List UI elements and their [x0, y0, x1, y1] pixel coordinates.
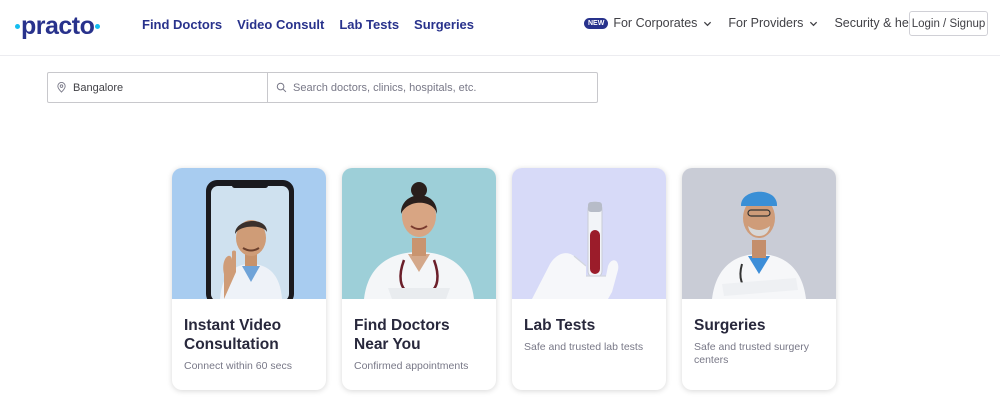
location-pin-icon — [57, 82, 66, 93]
location-input[interactable] — [73, 81, 253, 94]
nav-video-consult[interactable]: Video Consult — [237, 17, 324, 32]
card-title: Instant Video Consultation — [184, 317, 282, 353]
nav-for-corporates-label: For Corporates — [613, 16, 698, 30]
card-title: Find Doctors Near You — [354, 317, 450, 353]
nav-for-providers-label: For Providers — [728, 16, 804, 30]
card-title: Lab Tests — [524, 317, 596, 334]
card-instant-video-consultation[interactable]: Instant Video Consultation Connect withi… — [172, 168, 326, 390]
find-doctors-image — [342, 168, 496, 299]
lab-tests-image — [512, 168, 666, 299]
nav-lab-tests[interactable]: Lab Tests — [339, 17, 399, 32]
practo-logo[interactable]: practo — [15, 12, 101, 40]
surgeries-image — [682, 168, 836, 299]
secondary-nav: NEW For Corporates For Providers Securit… — [584, 16, 950, 30]
phone-doctor-illustration — [206, 180, 294, 299]
login-signup-button[interactable]: Login / Signup — [909, 11, 988, 36]
card-subtitle: Safe and trusted surgery centers — [694, 341, 809, 366]
new-badge: NEW — [584, 17, 609, 29]
chevron-down-icon — [704, 21, 712, 26]
query-field[interactable] — [268, 73, 597, 102]
nav-for-providers[interactable]: For Providers — [728, 16, 818, 30]
location-field[interactable] — [48, 73, 268, 102]
card-surgeries[interactable]: Surgeries Safe and trusted surgery cente… — [682, 168, 836, 390]
main-nav: Find Doctors Video Consult Lab Tests Sur… — [142, 17, 474, 32]
search-bar — [47, 72, 598, 103]
card-subtitle: Safe and trusted lab tests — [524, 341, 644, 353]
search-input[interactable] — [293, 81, 533, 94]
chevron-down-icon — [810, 21, 818, 26]
card-lab-tests[interactable]: Lab Tests Safe and trusted lab tests — [512, 168, 666, 390]
test-tube-hand-illustration — [532, 201, 619, 299]
search-icon — [276, 82, 287, 93]
card-title: Surgeries — [694, 317, 766, 334]
nav-find-doctors[interactable]: Find Doctors — [142, 17, 222, 32]
logo-dot-right — [95, 23, 101, 29]
nav-surgeries[interactable]: Surgeries — [414, 17, 474, 32]
nav-for-corporates[interactable]: NEW For Corporates — [584, 16, 712, 30]
logo-dot-left — [15, 23, 20, 29]
card-subtitle: Confirmed appointments — [354, 360, 469, 372]
logo-text: practo — [21, 12, 95, 40]
top-header: practo Find Doctors Video Consult Lab Te… — [0, 0, 1000, 56]
nav-security-help-label: Security & help — [834, 16, 919, 30]
card-find-doctors-near-you[interactable]: Find Doctors Near You Confirmed appointm… — [342, 168, 496, 390]
surgeon-illustration — [712, 191, 806, 299]
video-consult-image — [172, 168, 326, 299]
service-cards: Instant Video Consultation Connect withi… — [172, 168, 836, 390]
card-subtitle: Connect within 60 secs — [184, 360, 292, 372]
female-doctor-illustration — [364, 182, 474, 299]
